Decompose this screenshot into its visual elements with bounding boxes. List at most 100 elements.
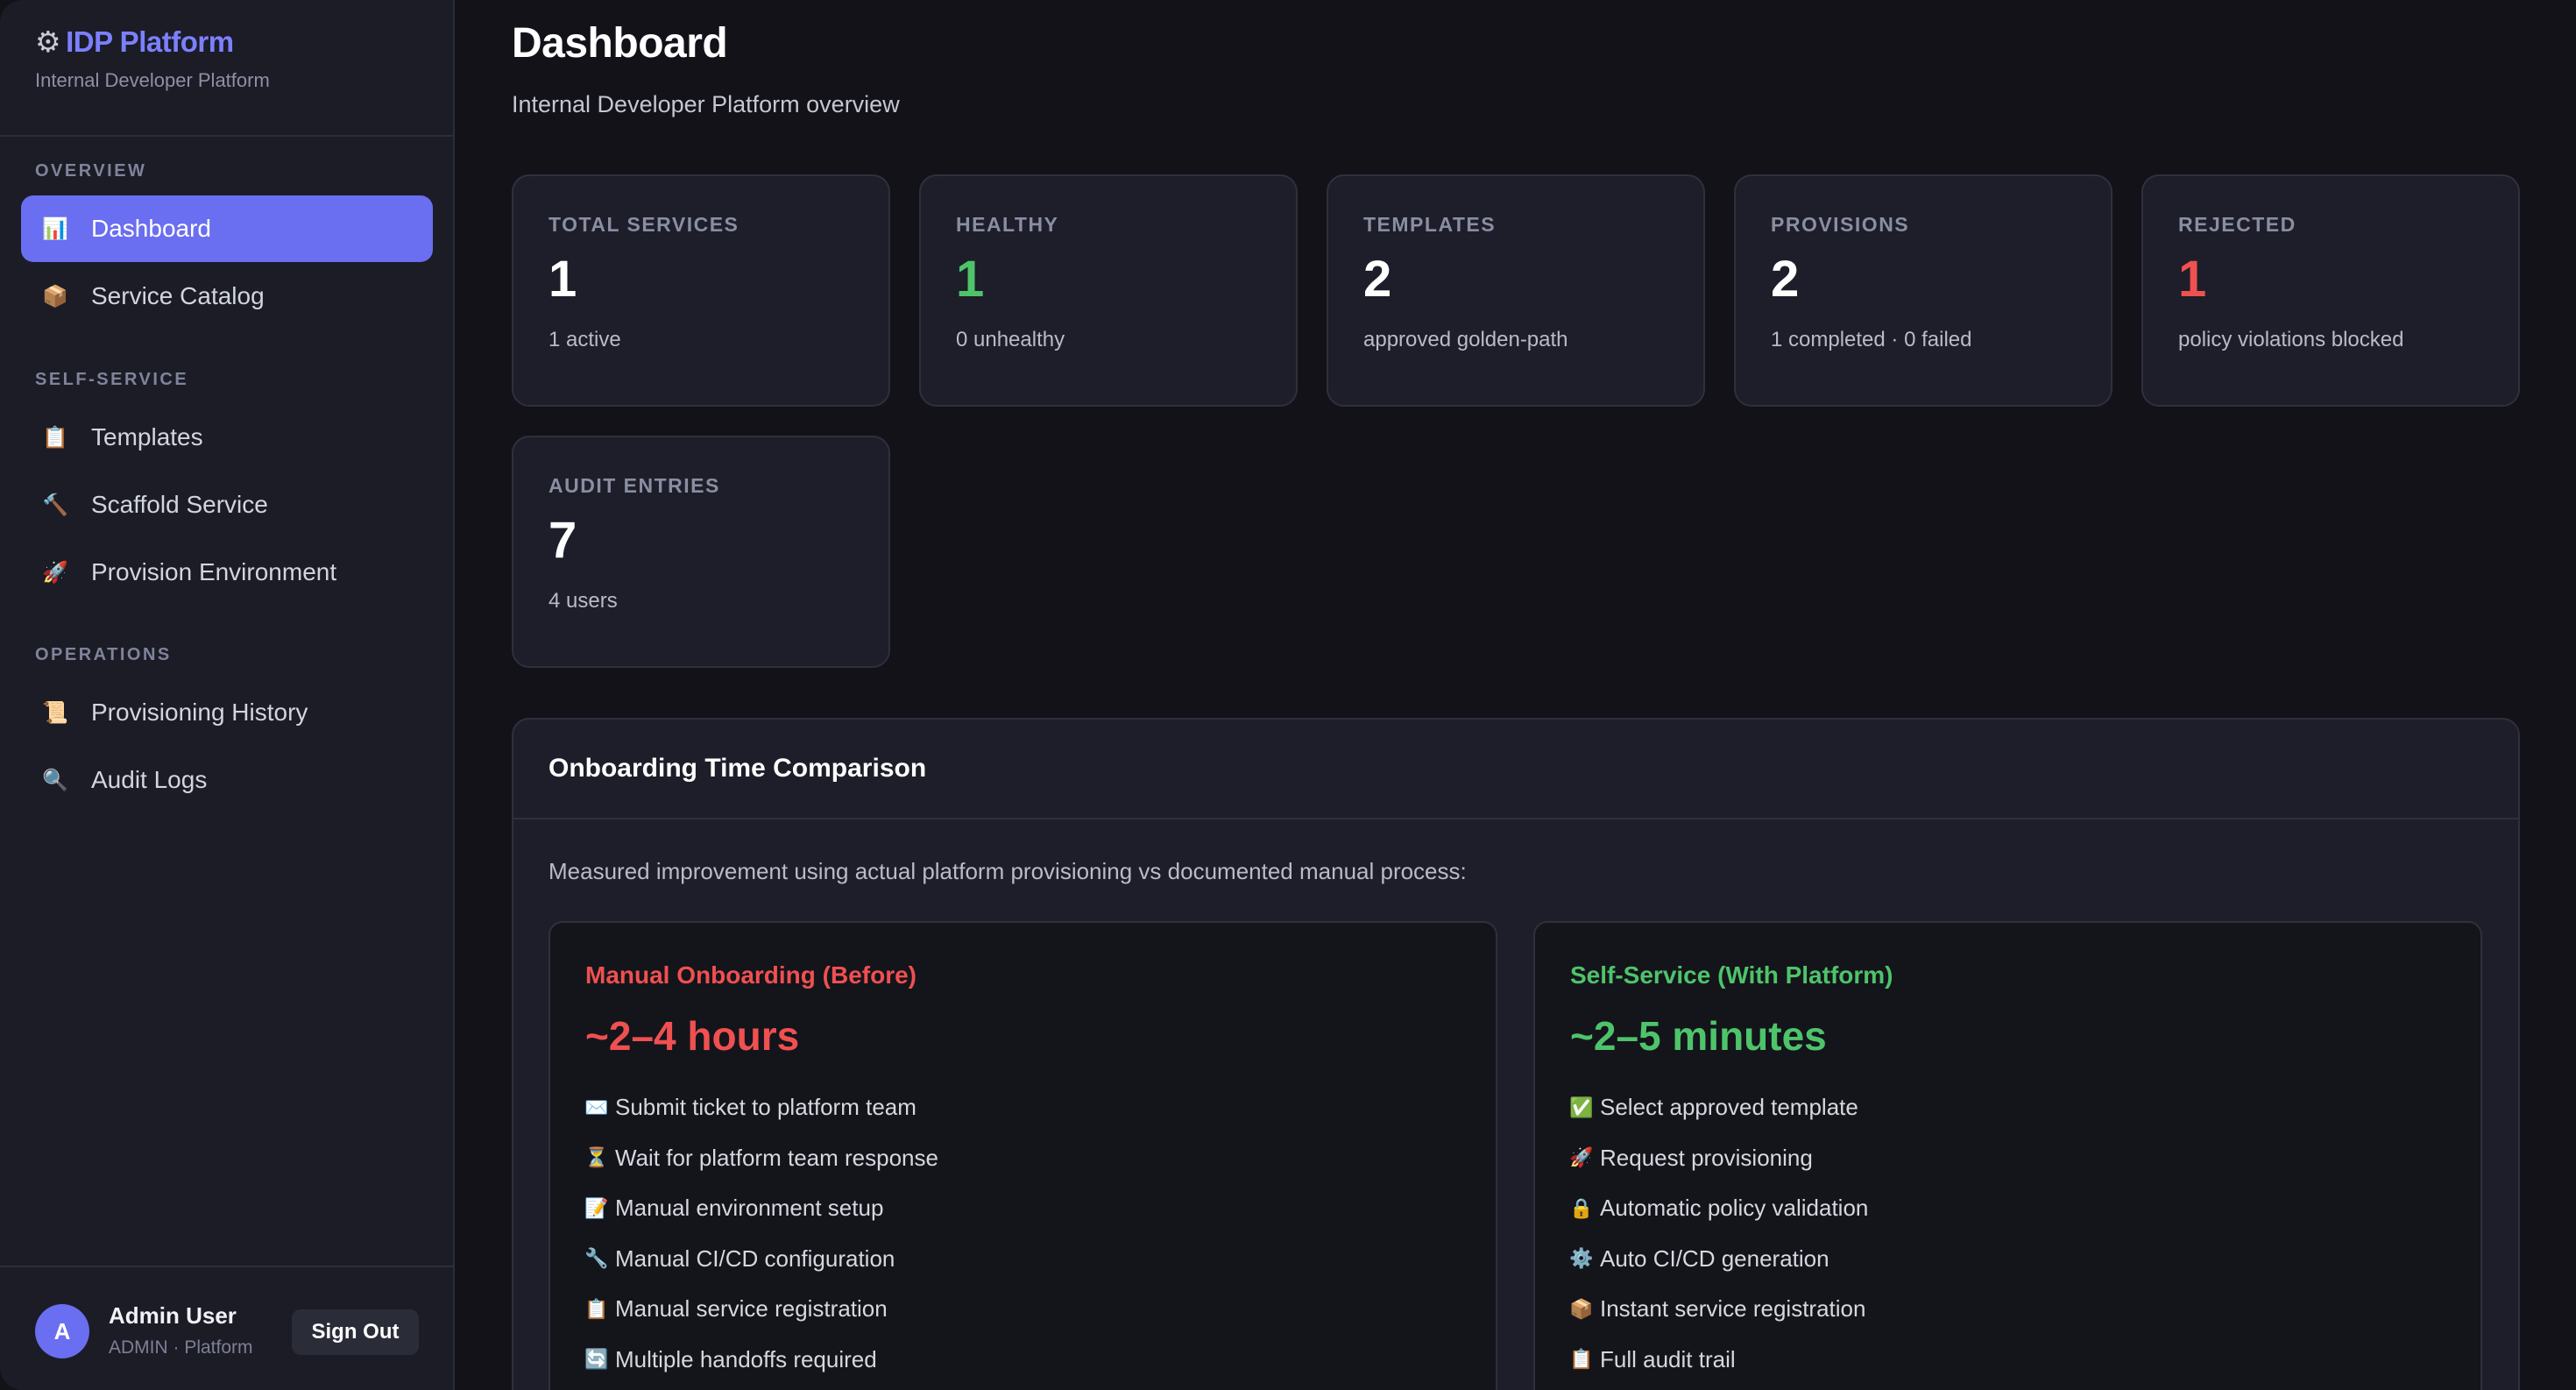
bar-chart-icon: 📊 bbox=[42, 216, 68, 241]
nav-section-self-service: SELF-SERVICE bbox=[35, 370, 189, 389]
list-item: 📝 Manual environment setup bbox=[584, 1183, 1496, 1234]
nav-section-overview: OVERVIEW bbox=[35, 161, 147, 181]
hammer-icon: 🔨 bbox=[42, 493, 68, 517]
sidebar-item-label: Templates bbox=[91, 423, 203, 450]
list-item-text: Manual environment setup bbox=[615, 1195, 884, 1222]
package-icon: 📦 bbox=[42, 284, 68, 308]
list-item-text: Full audit trail bbox=[1600, 1345, 1736, 1372]
list-item: 🔒 Automatic policy validation bbox=[1569, 1183, 2480, 1234]
scroll-icon: 📜 bbox=[42, 700, 68, 725]
sidebar-item-dashboard[interactable]: 📊 Dashboard bbox=[21, 195, 433, 262]
stat-foot: approved golden-path bbox=[1363, 328, 1568, 351]
sidebar: ⚙ IDP Platform Internal Developer Platfo… bbox=[0, 0, 455, 1390]
sidebar-item-label: Audit Logs bbox=[91, 766, 208, 793]
nav-section-operations: OPERATIONS bbox=[35, 645, 172, 664]
self-service-steps-list: ✅ Select approved template 🚀 Request provi… bbox=[1569, 1082, 2480, 1386]
brand-title: IDP Platform bbox=[66, 25, 234, 58]
cycle-icon: 🔄 bbox=[584, 1348, 609, 1371]
stat-value: 2 bbox=[1363, 251, 1392, 308]
page-subtitle: Internal Developer Platform overview bbox=[512, 91, 900, 117]
self-service-title: Self-Service (With Platform) bbox=[1570, 961, 1893, 989]
list-item: 📋 Full audit trail bbox=[1569, 1335, 2480, 1386]
panel-description: Measured improvement using actual platfo… bbox=[548, 858, 1467, 884]
lock-icon: 🔒 bbox=[1569, 1196, 1594, 1219]
wrench-icon: 🔧 bbox=[584, 1247, 609, 1270]
list-item: 🚀 Request provisioning bbox=[1569, 1133, 2480, 1184]
stat-value: 1 bbox=[548, 251, 577, 308]
stat-label: AUDIT ENTRIES bbox=[548, 474, 720, 497]
list-item: ⚙️ Auto CI/CD generation bbox=[1569, 1234, 2480, 1285]
list-item-text: Wait for platform team response bbox=[615, 1144, 938, 1171]
list-item-text: Manual CI/CD configuration bbox=[615, 1245, 895, 1272]
sidebar-item-provision-environment[interactable]: 🚀 Provision Environment bbox=[21, 539, 433, 606]
stat-label: PROVISIONS bbox=[1771, 213, 1910, 236]
brand: ⚙ IDP Platform Internal Developer Platfo… bbox=[35, 25, 270, 92]
list-item-text: Multiple handoffs required bbox=[615, 1345, 877, 1372]
app-root: ⚙ IDP Platform Internal Developer Platfo… bbox=[0, 0, 2576, 1390]
stat-card-audit-entries: AUDIT ENTRIES 7 4 users bbox=[512, 436, 890, 668]
list-item: ⏳ Wait for platform team response bbox=[584, 1133, 1496, 1184]
sidebar-item-label: Scaffold Service bbox=[91, 491, 268, 518]
clipboard-icon: 📋 bbox=[1569, 1348, 1594, 1371]
envelope-icon: ✉️ bbox=[584, 1096, 609, 1118]
panel-title: Onboarding Time Comparison bbox=[513, 720, 2518, 819]
list-item-text: Auto CI/CD generation bbox=[1600, 1245, 1829, 1272]
list-item: 📋 Manual service registration bbox=[584, 1284, 1496, 1335]
sidebar-item-audit-logs[interactable]: 🔍 Audit Logs bbox=[21, 747, 433, 813]
stat-card-healthy: HEALTHY 1 0 unhealthy bbox=[919, 174, 1298, 407]
brand-divider bbox=[0, 135, 453, 137]
stat-value: 2 bbox=[1771, 251, 1800, 308]
avatar[interactable]: A bbox=[35, 1304, 89, 1358]
sidebar-item-label: Provisioning History bbox=[91, 699, 308, 726]
stat-value: 1 bbox=[956, 251, 985, 308]
sidebar-item-templates[interactable]: 📋 Templates bbox=[21, 404, 433, 471]
stat-card-provisions: PROVISIONS 2 1 completed · 0 failed bbox=[1734, 174, 2112, 407]
sidebar-item-scaffold-service[interactable]: 🔨 Scaffold Service bbox=[21, 472, 433, 538]
list-item-text: Manual service registration bbox=[615, 1295, 888, 1323]
hourglass-icon: ⏳ bbox=[584, 1146, 609, 1169]
onboarding-comparison-panel: Onboarding Time Comparison Measured impr… bbox=[512, 718, 2520, 1390]
magnifier-icon: 🔍 bbox=[42, 768, 68, 792]
user-name: Admin User bbox=[109, 1302, 237, 1329]
list-item-text: Automatic policy validation bbox=[1600, 1195, 1869, 1222]
memo-icon: 📝 bbox=[584, 1196, 609, 1219]
list-item-text: Instant service registration bbox=[1600, 1295, 1866, 1323]
stat-card-total-services: TOTAL SERVICES 1 1 active bbox=[512, 174, 890, 407]
stat-foot: 0 unhealthy bbox=[956, 328, 1065, 351]
sidebar-item-provisioning-history[interactable]: 📜 Provisioning History bbox=[21, 679, 433, 746]
clipboard-icon: 📋 bbox=[42, 425, 68, 450]
list-item: 📦 Instant service registration bbox=[1569, 1284, 2480, 1335]
list-item-text: Submit ticket to platform team bbox=[615, 1094, 916, 1121]
list-item-text: Request provisioning bbox=[1600, 1144, 1813, 1171]
stat-label: TEMPLATES bbox=[1363, 213, 1497, 236]
stat-foot: policy violations blocked bbox=[2178, 328, 2404, 351]
clipboard-icon: 📋 bbox=[584, 1297, 609, 1320]
list-item: ✉️ Submit ticket to platform team bbox=[584, 1082, 1496, 1133]
stat-label: REJECTED bbox=[2178, 213, 2296, 236]
sidebar-item-label: Service Catalog bbox=[91, 282, 265, 309]
stat-foot: 4 users bbox=[548, 589, 618, 613]
check-icon: ✅ bbox=[1569, 1096, 1594, 1118]
self-service-card: Self-Service (With Platform) ~2–5 minute… bbox=[1533, 921, 2482, 1390]
user-role: ADMIN · Platform bbox=[109, 1337, 253, 1358]
sidebar-item-label: Dashboard bbox=[91, 215, 211, 242]
sign-out-button[interactable]: Sign Out bbox=[292, 1309, 419, 1355]
stat-value: 7 bbox=[548, 512, 577, 569]
stat-card-rejected: REJECTED 1 policy violations blocked bbox=[2141, 174, 2520, 407]
manual-steps-list: ✉️ Submit ticket to platform team ⏳ Wait f… bbox=[584, 1082, 1496, 1385]
stat-card-templates: TEMPLATES 2 approved golden-path bbox=[1327, 174, 1705, 407]
rocket-icon: 🚀 bbox=[42, 560, 68, 585]
manual-onboarding-card: Manual Onboarding (Before) ~2–4 hours ✉️… bbox=[548, 921, 1497, 1390]
sidebar-item-service-catalog[interactable]: 📦 Service Catalog bbox=[21, 263, 433, 330]
stat-value: 1 bbox=[2178, 251, 2207, 308]
list-item: 🔧 Manual CI/CD configuration bbox=[584, 1234, 1496, 1285]
rocket-icon: 🚀 bbox=[1569, 1146, 1594, 1169]
user-box: A Admin User ADMIN · Platform Sign Out bbox=[0, 1266, 453, 1390]
gear-icon: ⚙ bbox=[35, 25, 61, 58]
brand-title-row: ⚙ IDP Platform bbox=[35, 25, 270, 59]
brand-subtitle: Internal Developer Platform bbox=[35, 69, 270, 91]
manual-onboarding-time: ~2–4 hours bbox=[585, 1013, 800, 1059]
self-service-time: ~2–5 minutes bbox=[1570, 1013, 1827, 1059]
stat-label: TOTAL SERVICES bbox=[548, 213, 740, 236]
stat-foot: 1 completed · 0 failed bbox=[1771, 328, 1972, 351]
